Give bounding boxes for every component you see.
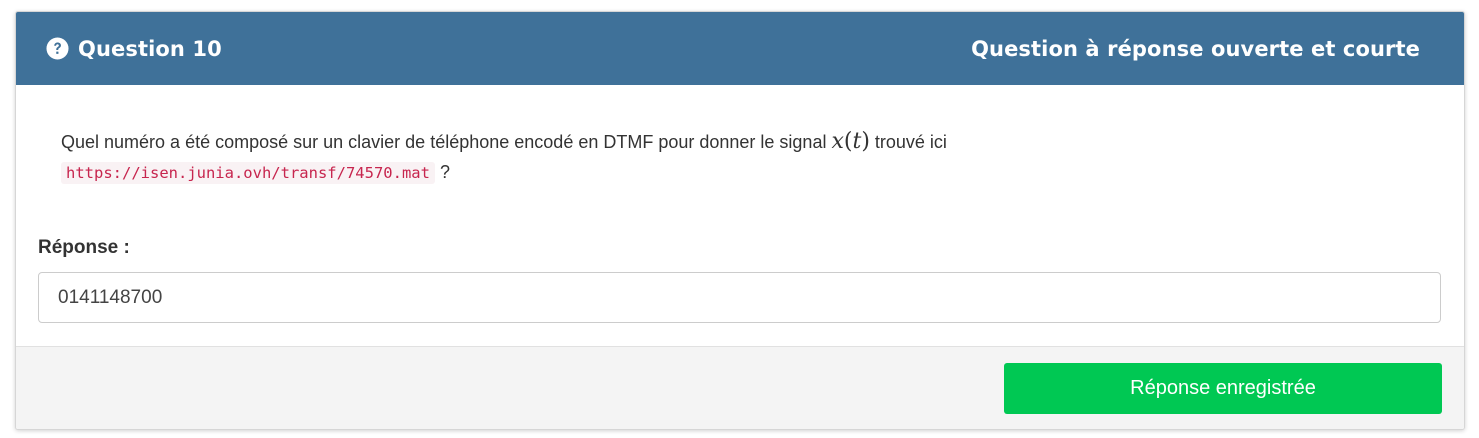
- header-left: Question 10: [46, 37, 222, 61]
- submit-answer-button[interactable]: Réponse enregistrée: [1004, 363, 1442, 414]
- data-file-link[interactable]: https://isen.junia.ovh/transf/74570.mat: [61, 162, 435, 184]
- question-end-mark: ?: [434, 162, 450, 182]
- question-type-label: Question à réponse ouverte et courte: [971, 36, 1420, 61]
- answer-input[interactable]: [38, 272, 1441, 323]
- math-expression: x(t): [831, 129, 869, 154]
- card-footer: Réponse enregistrée: [16, 346, 1464, 429]
- question-text-before: Quel numéro a été composé sur un clavier…: [61, 132, 832, 152]
- card-header: Question 10 Question à réponse ouverte e…: [16, 12, 1464, 85]
- question-card: Question 10 Question à réponse ouverte e…: [15, 11, 1465, 430]
- question-title: Question 10: [78, 36, 222, 61]
- math-variable: x: [831, 129, 844, 154]
- question-text-after: trouvé ici: [869, 132, 947, 152]
- question-text: Quel numéro a été composé sur un clavier…: [61, 127, 1261, 188]
- question-circle-icon: [46, 37, 69, 60]
- card-body: Quel numéro a été composé sur un clavier…: [16, 85, 1464, 346]
- math-close-paren: ): [861, 129, 870, 154]
- math-argument: t: [852, 129, 862, 154]
- answer-label: Réponse :: [38, 237, 130, 258]
